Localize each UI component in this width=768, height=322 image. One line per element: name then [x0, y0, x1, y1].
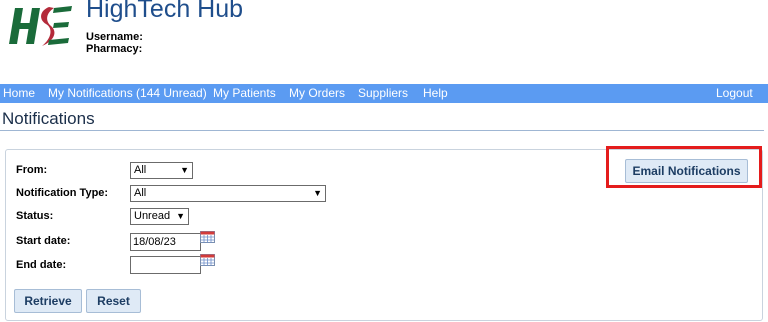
- from-select[interactable]: All ▼: [130, 162, 193, 179]
- from-label: From:: [16, 164, 48, 176]
- nav-bar: Home My Notifications (144 Unread) My Pa…: [0, 84, 768, 103]
- status-label: Status:: [16, 210, 54, 222]
- nav-suppliers[interactable]: Suppliers: [358, 86, 408, 100]
- nav-my-orders[interactable]: My Orders: [289, 86, 345, 100]
- status-select[interactable]: Unread ▼: [130, 208, 189, 225]
- chevron-down-icon: ▼: [176, 211, 185, 221]
- hse-logo: [9, 6, 72, 46]
- notification-type-select[interactable]: All ▼: [130, 185, 326, 202]
- notification-type-label: Notification Type:: [16, 187, 109, 199]
- reset-button[interactable]: Reset: [86, 289, 141, 313]
- title-divider: [0, 130, 764, 131]
- end-date-label: End date:: [16, 259, 67, 271]
- pharmacy-label: Pharmacy:: [86, 43, 143, 55]
- username-label: Username:: [86, 31, 143, 43]
- nav-help[interactable]: Help: [423, 86, 448, 100]
- calendar-icon[interactable]: [200, 231, 215, 243]
- status-select-value: Unread: [134, 210, 171, 222]
- chevron-down-icon: ▼: [180, 165, 189, 175]
- nav-logout[interactable]: Logout: [716, 86, 753, 100]
- from-select-value: All: [134, 164, 147, 176]
- start-date-input[interactable]: 18/08/23: [130, 233, 201, 251]
- highlight-box: [606, 146, 762, 188]
- retrieve-button[interactable]: Retrieve: [14, 289, 82, 313]
- calendar-icon[interactable]: [200, 254, 215, 266]
- app-title: HighTech Hub: [86, 0, 244, 23]
- page-title: Notifications: [2, 109, 95, 128]
- chevron-down-icon: ▼: [313, 188, 322, 198]
- nav-my-patients[interactable]: My Patients: [213, 86, 276, 100]
- nav-home[interactable]: Home: [3, 86, 35, 100]
- nav-my-notifications[interactable]: My Notifications (144 Unread): [48, 86, 207, 100]
- notification-type-value: All: [134, 187, 147, 199]
- end-date-input[interactable]: [130, 256, 201, 274]
- start-date-label: Start date:: [16, 235, 71, 247]
